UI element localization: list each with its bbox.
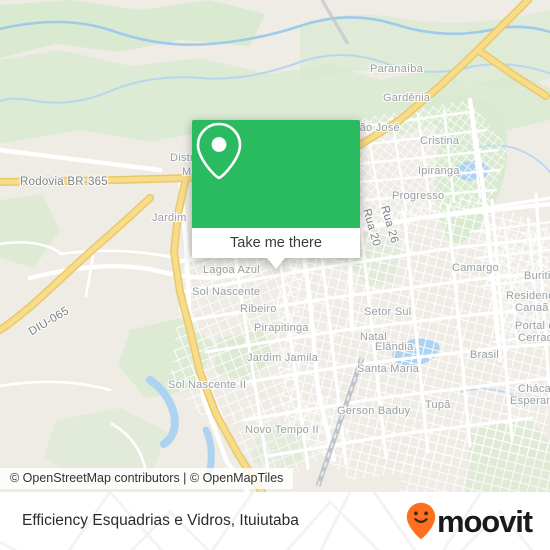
moovit-wordmark: moovit (436, 503, 533, 539)
location-pin-icon (196, 122, 242, 180)
moovit-place-card: Rodovia BR-365 DIU-065 Paranaíba Gardênia Sã… (0, 0, 550, 550)
popup-tail (267, 258, 285, 269)
moovit-smiley-pin-icon (406, 502, 436, 540)
map-attribution[interactable]: © OpenStreetMap contributors | © OpenMap… (0, 468, 294, 489)
card-footer: Efficiency Esquadrias e Vidros, Ituiutab… (0, 492, 550, 550)
popup-header (192, 120, 360, 228)
place-title: Efficiency Esquadrias e Vidros, Ituiutab… (22, 512, 299, 529)
take-me-there-button[interactable]: Take me there (192, 228, 360, 258)
map-canvas[interactable]: Rodovia BR-365 DIU-065 Paranaíba Gardênia Sã… (0, 0, 550, 492)
moovit-logo[interactable]: moovit (406, 502, 533, 540)
place-popup[interactable]: Take me there (192, 120, 360, 269)
